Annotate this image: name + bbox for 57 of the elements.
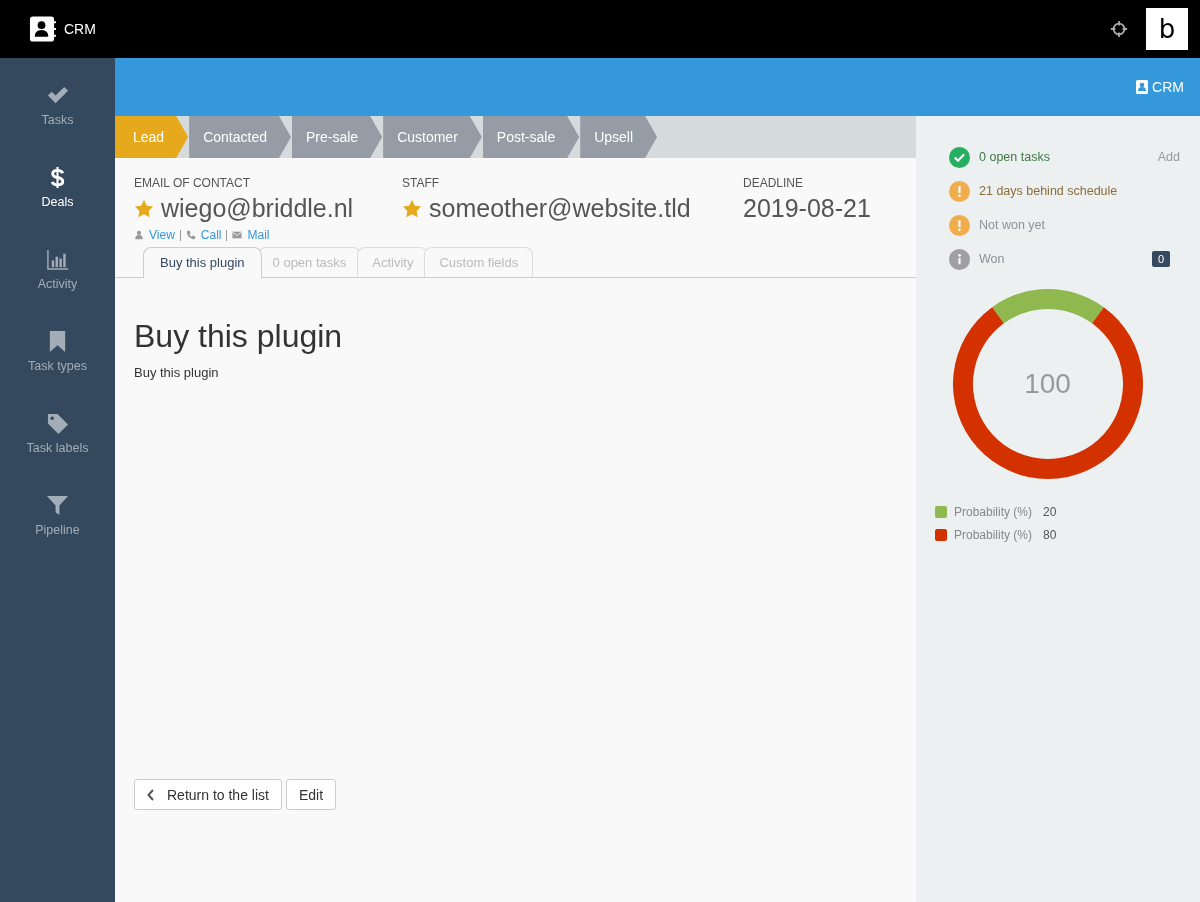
app-name: CRM <box>64 21 96 37</box>
pipeline-stage[interactable]: Post-sale <box>482 116 580 158</box>
sidebar-item[interactable]: Activity <box>0 248 115 330</box>
status-text: Not won yet <box>979 218 1046 232</box>
status-text: 21 days behind schedule <box>979 184 1119 198</box>
field-label: STAFF <box>402 176 441 190</box>
crm-link[interactable]: CRM <box>1136 79 1184 95</box>
sidebar-item[interactable]: Tasks <box>0 84 115 166</box>
star-icon[interactable] <box>134 198 154 219</box>
info-circle-icon <box>949 248 970 270</box>
sidebar-item[interactable]: Pipeline <box>0 494 115 576</box>
bar-chart-icon <box>46 248 69 271</box>
field-label: EMAIL OF CONTACT <box>134 176 251 190</box>
donut-total: 100 <box>1024 368 1071 400</box>
star-icon[interactable] <box>402 198 422 219</box>
user-avatar[interactable]: b <box>1146 8 1188 50</box>
sidebar-item[interactable]: Deals <box>0 166 115 248</box>
tag-icon <box>46 412 69 435</box>
add-link[interactable]: Add <box>1157 150 1180 164</box>
sidebar-item[interactable]: Task types <box>0 330 115 412</box>
exclamation-circle-icon <box>949 180 970 202</box>
tab[interactable]: Buy this plugin <box>143 247 262 278</box>
edit-button[interactable]: Edit <box>285 779 337 810</box>
content-title: Buy this plugin <box>134 318 344 355</box>
count-badge: 0 <box>1151 251 1170 267</box>
pipeline-stage[interactable]: Lead <box>115 116 189 158</box>
legend-value: 20 <box>1043 504 1057 519</box>
contact-link[interactable]: Call <box>200 228 222 242</box>
field-label: DEADLINE <box>743 176 805 190</box>
pipeline-stage[interactable]: Pre-sale <box>292 116 383 158</box>
chevron-left-icon <box>147 788 155 801</box>
content-text: Buy this plugin <box>134 365 220 380</box>
field-value: 2019-08-21 <box>743 194 871 223</box>
tab[interactable]: Custom fields <box>424 247 534 277</box>
legend-label: Probability (%) <box>954 504 1033 519</box>
pipeline-stage[interactable]: Upsell <box>580 116 658 158</box>
sidebar-item[interactable]: Task labels <box>0 412 115 494</box>
contact-book-icon <box>1136 80 1149 94</box>
pipeline-stage[interactable]: Customer <box>383 116 482 158</box>
status-text: Won <box>979 252 1006 266</box>
legend-label: Probability (%) <box>954 527 1033 542</box>
legend-value: 80 <box>1043 527 1057 542</box>
contact-link[interactable]: View <box>149 228 175 242</box>
envelope-icon <box>232 230 243 240</box>
contact-link[interactable]: Mail <box>247 228 270 242</box>
field-value: wiego@briddle.nl <box>161 194 354 223</box>
exclamation-circle-icon <box>949 214 970 236</box>
field-value: someother@website.tld <box>429 194 691 223</box>
check-circle-icon <box>949 146 970 168</box>
funnel-icon <box>46 494 69 517</box>
status-text: 0 open tasks <box>979 150 1051 164</box>
phone-icon <box>185 230 196 240</box>
crosshair-icon[interactable] <box>1110 20 1128 38</box>
pipeline-stage[interactable]: Contacted <box>189 116 291 158</box>
user-icon <box>134 230 144 240</box>
contact-book-icon[interactable] <box>29 15 56 43</box>
return-button[interactable]: Return to the list <box>134 779 282 810</box>
